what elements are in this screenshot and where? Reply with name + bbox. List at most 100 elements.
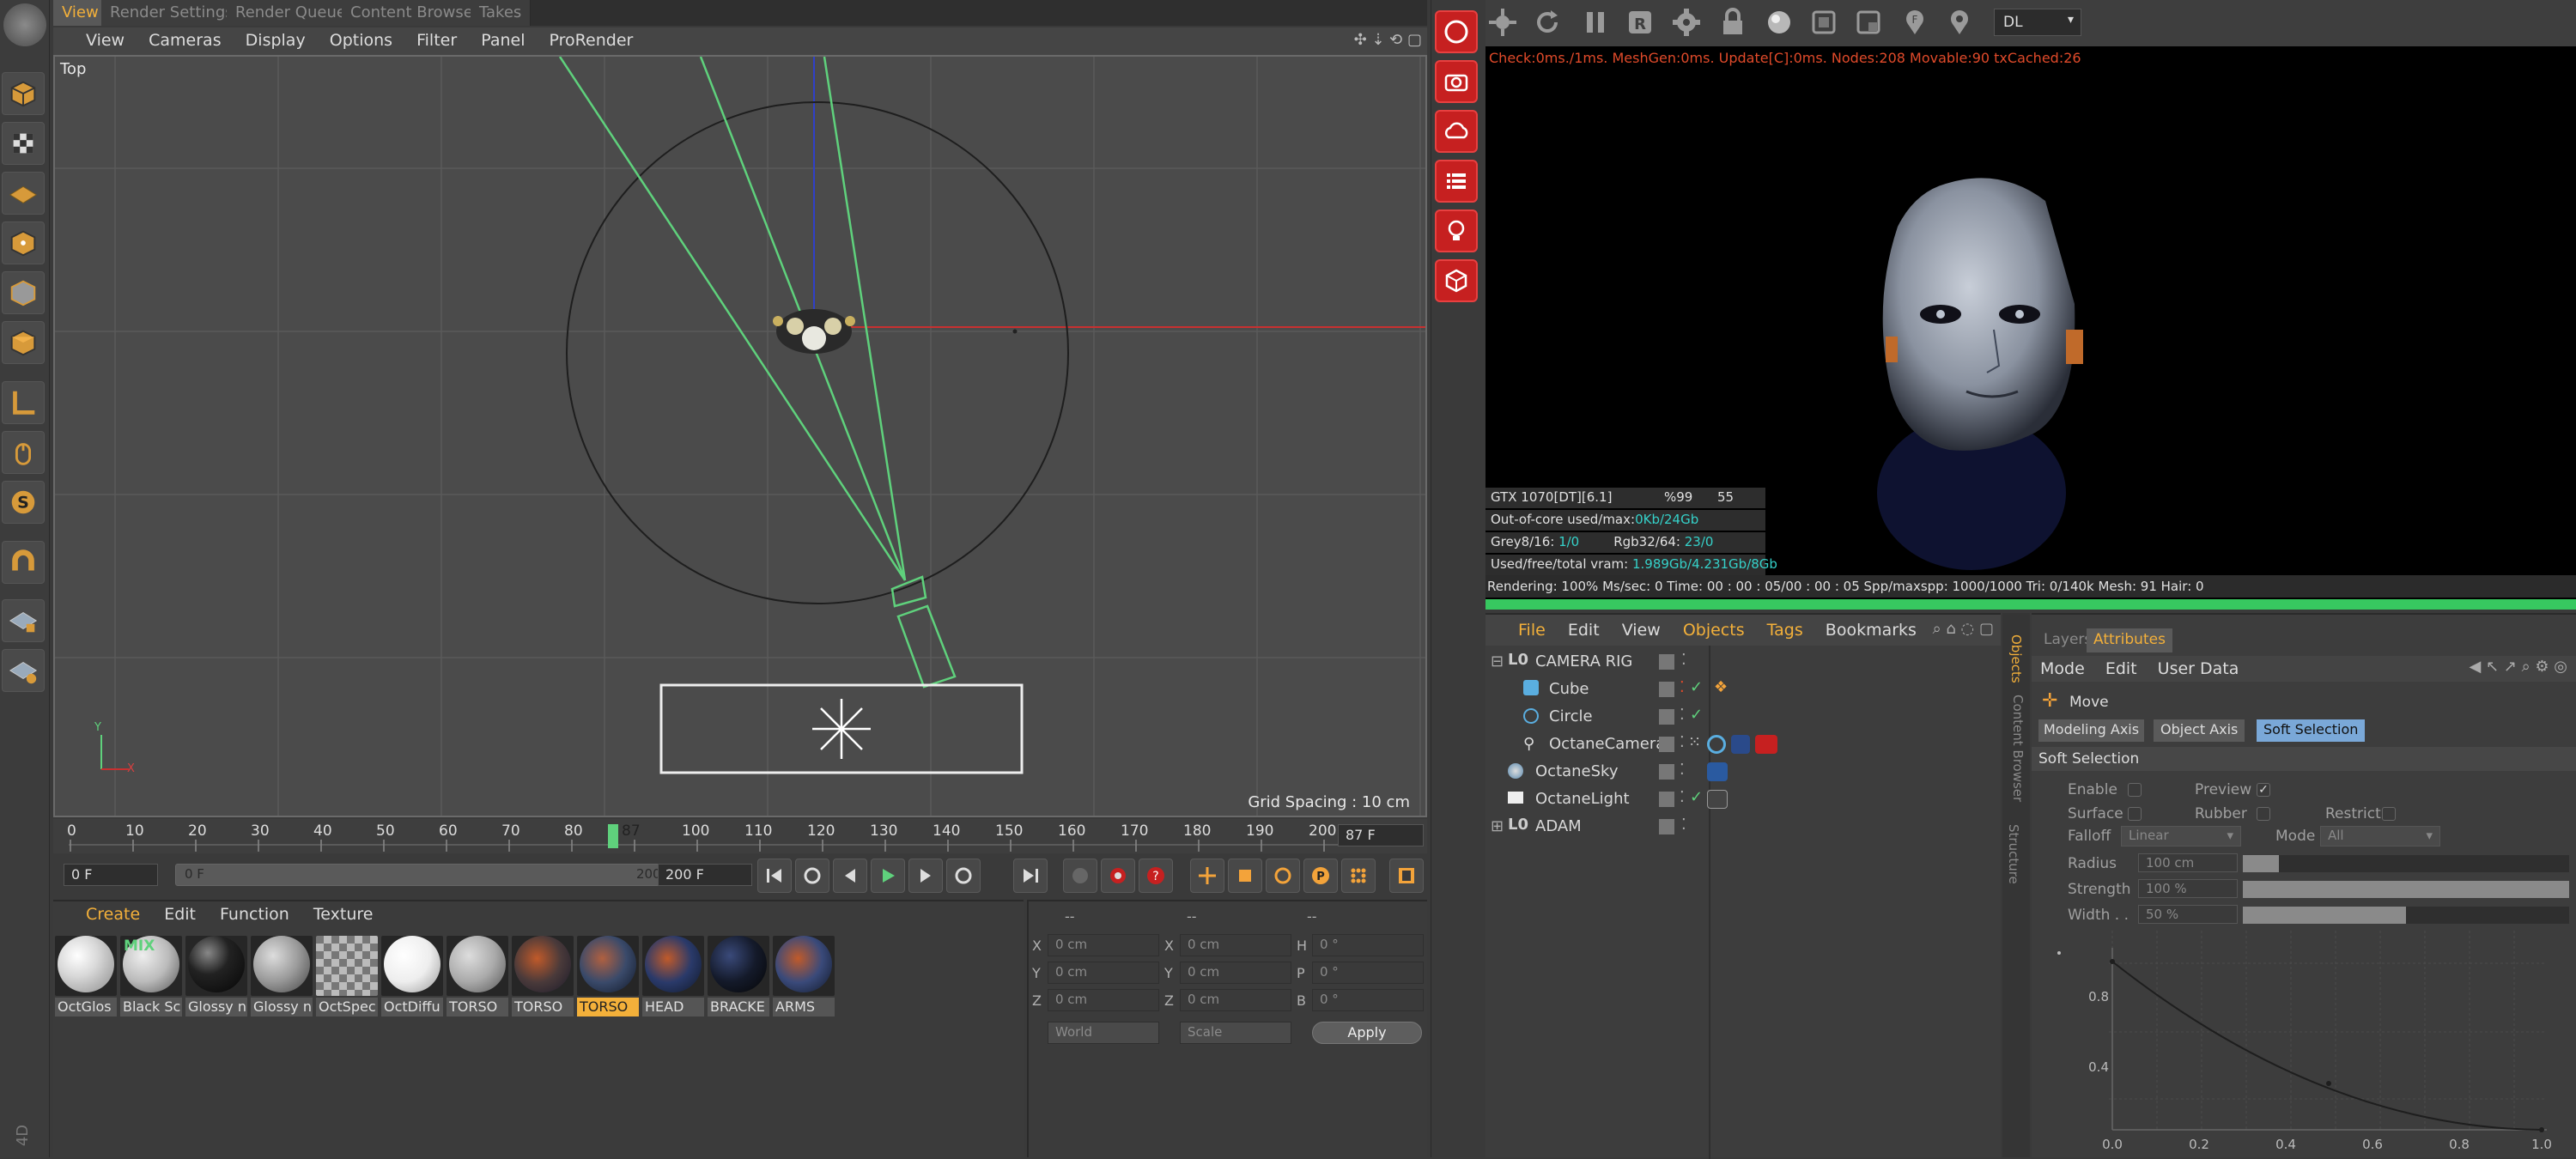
renderer-select[interactable]: DL ▾ (1994, 9, 2081, 36)
apply-button[interactable]: Apply (1312, 1022, 1422, 1044)
size-x-field[interactable]: 0 cm (1180, 934, 1291, 956)
model-mode-icon[interactable] (2, 72, 45, 115)
visibility-dots-icon[interactable]: ⁚ (1681, 816, 1686, 834)
object-row-camera-rig[interactable]: ⊟ L0 CAMERA RIG ⁚ (1487, 651, 2002, 677)
start-frame-field[interactable]: 0 F (64, 864, 158, 886)
object-row-octanecamera[interactable]: ⚲ OctaneCamera ⁚ ⁙ (1487, 733, 2002, 759)
world-dropdown[interactable]: World (1048, 1022, 1159, 1044)
layer-icon[interactable] (1659, 819, 1674, 834)
expand-icon[interactable]: ⊞ (1491, 817, 1504, 835)
preview-checkbox[interactable]: ✓ (2257, 783, 2270, 797)
material-preview-icon[interactable] (1762, 3, 1796, 41)
rubber-checkbox[interactable] (2257, 807, 2270, 821)
tab-content-browser[interactable]: Content Browser (342, 0, 489, 26)
menu-mode[interactable]: Mode (2040, 659, 2085, 678)
material-arms[interactable]: ARMS (773, 934, 835, 1016)
viewport[interactable]: Top Y X Grid Spacing : 10 cm (53, 55, 1427, 817)
next-frame-icon[interactable] (908, 859, 943, 893)
tab-takes[interactable]: Takes (471, 0, 532, 26)
octane-camera-icon[interactable] (1435, 60, 1478, 103)
position-x-field[interactable]: 0 cm (1048, 934, 1159, 956)
visibility-dots-icon[interactable]: ⁚ (1680, 706, 1685, 724)
light-tag-icon[interactable] (1707, 790, 1728, 809)
object-row-circle[interactable]: Circle ⁚ ✓ (1487, 706, 2002, 731)
side-tab-content-browser[interactable]: Content Browser (2010, 695, 2026, 815)
object-row-octanelight[interactable]: OctaneLight ⁚ ✓ (1487, 788, 2002, 814)
layer-icon[interactable] (1659, 709, 1674, 725)
lock-icon[interactable] (1716, 3, 1750, 41)
menu-user-data[interactable]: User Data (2158, 659, 2239, 678)
tweak-mode-icon[interactable] (2, 431, 45, 474)
key-pla-icon[interactable] (1341, 859, 1376, 893)
subtab-soft-selection[interactable]: Soft Selection (2257, 719, 2366, 742)
tab-render-settings[interactable]: Render Settings (101, 0, 243, 26)
side-tab-objects[interactable]: Objects (2008, 634, 2024, 686)
autokey-icon[interactable] (1101, 859, 1135, 893)
texture-mode-icon[interactable] (2, 122, 45, 165)
material-head[interactable]: HEAD (642, 934, 704, 1016)
frame-range-slider[interactable]: 0 F 200 F (175, 864, 699, 886)
target-tag-icon[interactable]: ⁙ (1688, 733, 1701, 751)
menu-edit-attr[interactable]: Edit (2105, 659, 2137, 678)
octane-object-icon[interactable] (1435, 259, 1478, 302)
send-scene-icon[interactable] (1485, 3, 1520, 41)
attributes-nav-icons[interactable]: ◀ ↖ ↗ ⌕ ⚙ ◎ (2469, 658, 2567, 676)
mode-dropdown[interactable]: All ▾ (2320, 826, 2440, 846)
menu-filter[interactable]: Filter (416, 31, 457, 50)
falloff-graph[interactable]: 0.8 0.4 0.0 0.2 0.4 0.6 0.8 1.0 (2032, 931, 2576, 1159)
strength-field[interactable]: 100 % (2138, 879, 2238, 898)
size-y-field[interactable]: 0 cm (1180, 962, 1291, 984)
goto-end-icon[interactable] (1013, 859, 1048, 893)
layer-icon[interactable] (1659, 764, 1674, 780)
subtab-modeling-axis[interactable]: Modeling Axis (2038, 719, 2145, 742)
rotation-h-field[interactable]: 0 ° (1312, 934, 1424, 956)
menu-panel[interactable]: Panel (481, 31, 525, 50)
tab-render-queue[interactable]: Render Queue (227, 0, 355, 26)
tab-view[interactable]: View (53, 0, 108, 26)
prev-frame-icon[interactable] (833, 859, 867, 893)
visibility-dots-icon[interactable]: ⁚ (1680, 761, 1685, 779)
attributes-tab-attributes[interactable]: Attributes (2087, 628, 2172, 652)
menu-create[interactable]: Create (86, 905, 140, 924)
prev-key-icon[interactable] (795, 859, 829, 893)
menu-objects[interactable]: Objects (1683, 621, 1745, 640)
layer-icon[interactable] (1659, 792, 1674, 807)
pick-focus-icon[interactable]: F (1898, 3, 1932, 41)
strength-slider[interactable] (2243, 881, 2569, 898)
scale-dropdown[interactable]: Scale (1180, 1022, 1291, 1044)
region-render-icon[interactable]: R (1623, 3, 1657, 41)
side-tab-structure[interactable]: Structure (2006, 824, 2021, 901)
menu-cameras[interactable]: Cameras (149, 31, 221, 50)
material-torso-3[interactable]: TORSO (577, 934, 639, 1016)
menu-options[interactable]: Options (330, 31, 392, 50)
radius-field[interactable]: 100 cm (2138, 853, 2238, 872)
width-field[interactable]: 50 % (2138, 905, 2238, 924)
menu-edit-obj[interactable]: Edit (1568, 621, 1600, 640)
menu-bookmarks[interactable]: Bookmarks (1826, 621, 1917, 640)
octane-live-viewer-icon[interactable] (1435, 10, 1478, 53)
menu-edit[interactable]: Edit (164, 905, 196, 924)
radius-slider[interactable] (2243, 855, 2569, 872)
record-disabled-icon[interactable] (1063, 859, 1097, 893)
axis-icon[interactable] (2, 381, 45, 424)
menu-texture[interactable]: Texture (313, 905, 374, 924)
subsampling-icon[interactable] (1851, 3, 1886, 41)
position-z-field[interactable]: 0 cm (1048, 989, 1159, 1011)
edges-mode-icon[interactable] (2, 271, 45, 314)
next-key-icon[interactable] (946, 859, 981, 893)
clay-mode-icon[interactable] (1807, 3, 1841, 41)
key-parameter-icon[interactable]: P (1303, 859, 1338, 893)
menu-display[interactable]: Display (246, 31, 306, 50)
restart-icon[interactable] (1530, 3, 1564, 41)
enable-checkbox[interactable] (2128, 783, 2142, 797)
material-torso-1[interactable]: TORSO (447, 934, 508, 1016)
octane-light-icon[interactable] (1435, 209, 1478, 252)
object-row-cube[interactable]: Cube ⁚ ✓ ❖ (1487, 678, 2002, 704)
material-black-sc[interactable]: MIX Black Sc (120, 934, 182, 1016)
menu-file[interactable]: File (1518, 621, 1546, 640)
size-z-field[interactable]: 0 cm (1180, 989, 1291, 1011)
pause-icon[interactable] (1578, 3, 1613, 41)
magnet-icon[interactable] (2, 541, 45, 584)
object-search-icons[interactable]: ⌕ ⌂ ◌ ▢ (1933, 620, 1994, 638)
layer-icon[interactable] (1659, 654, 1674, 670)
